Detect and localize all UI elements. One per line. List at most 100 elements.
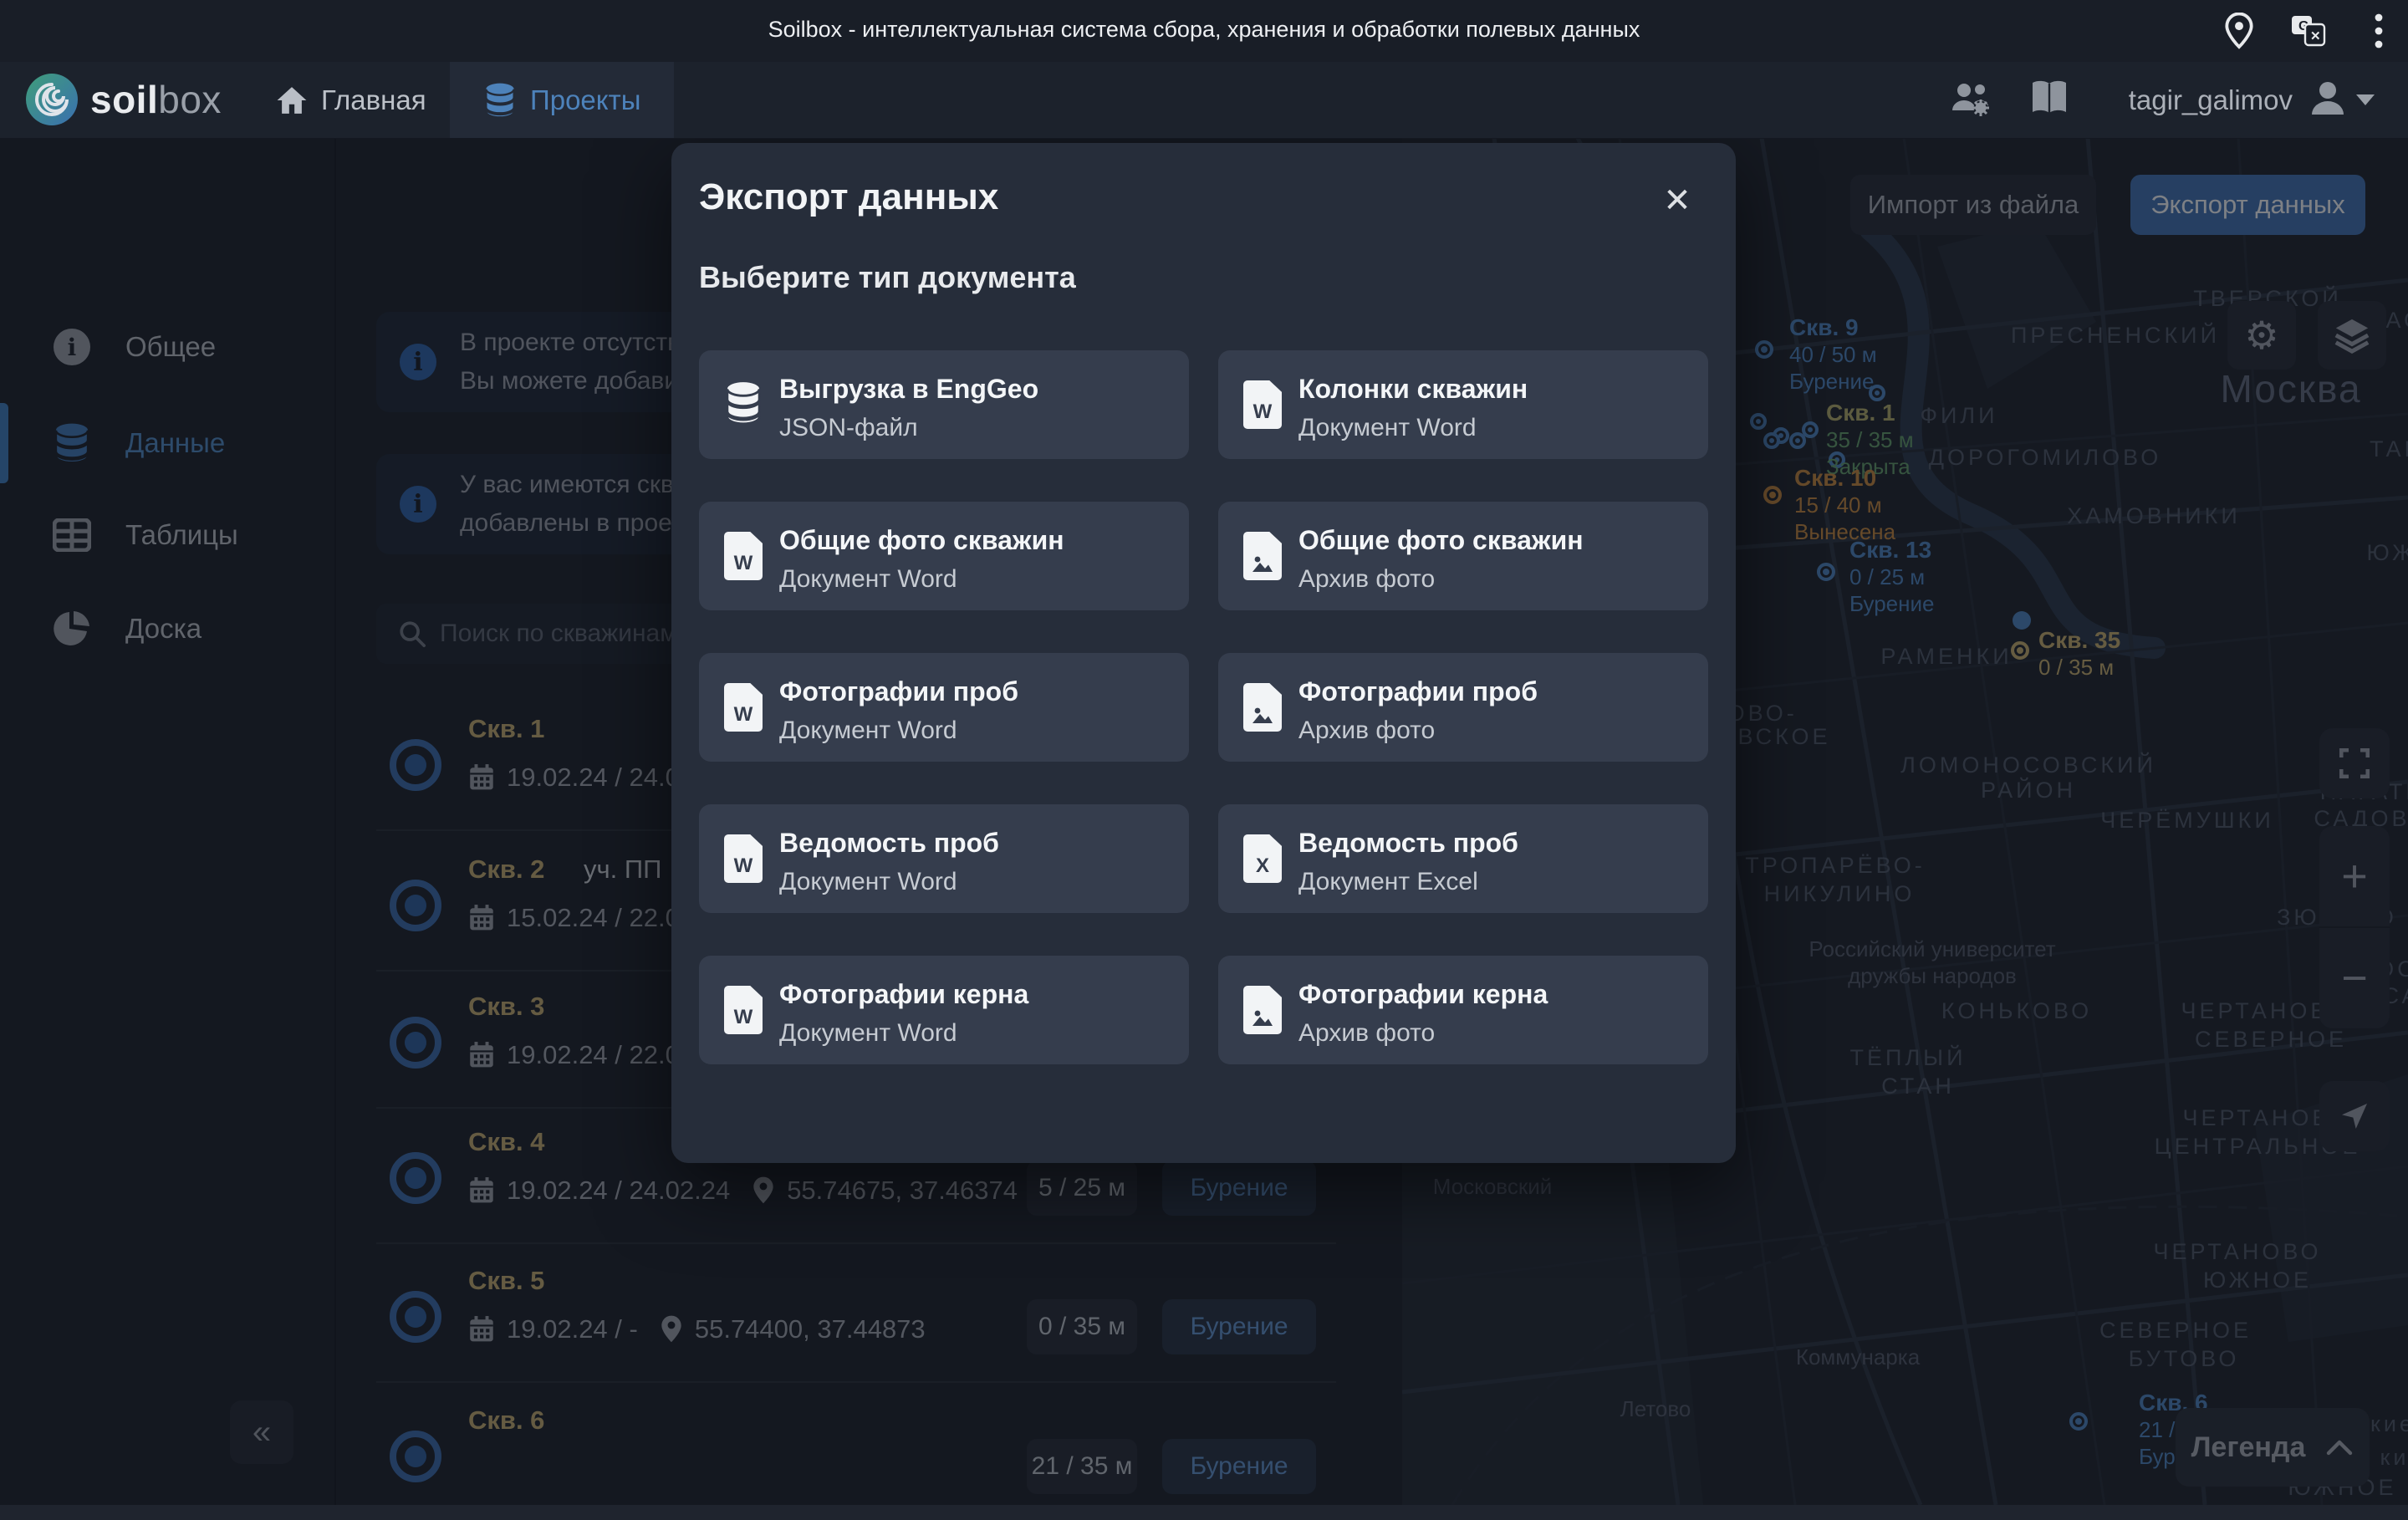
modal-subtitle: Выберите тип документа — [699, 260, 1076, 295]
map-zoom-control: + − — [2319, 826, 2390, 1028]
marker-well-depth: 40 / 50 м — [1789, 341, 1877, 368]
export-option-card[interactable]: Фотографии пробАрхив фото — [1218, 653, 1708, 762]
export-option-card[interactable]: Выгрузка в EngGeoJSON-файл — [699, 350, 1189, 459]
zoom-in-button[interactable]: + — [2319, 826, 2390, 926]
sidebar-item-1[interactable]: iОбщее — [0, 307, 334, 387]
calendar-icon — [468, 1176, 495, 1205]
map-district-label: ки — [2380, 1445, 2408, 1471]
export-option-title: Общие фото скважин — [1298, 525, 1584, 556]
map-layers-button[interactable] — [2318, 301, 2386, 370]
zoom-out-button[interactable]: − — [2319, 928, 2390, 1028]
chevron-down-icon[interactable] — [2356, 94, 2375, 105]
well-map-marker[interactable] — [1817, 563, 1835, 581]
layers-icon — [2333, 316, 2371, 354]
docs-book-icon[interactable] — [2028, 77, 2070, 123]
map-city-label: Москва — [2220, 366, 2361, 411]
search-placeholder: Поиск по скважинам — [440, 620, 677, 648]
well-map-marker[interactable] — [2013, 611, 2031, 630]
users-admin-icon[interactable] — [1950, 77, 1992, 123]
map-district-label: РАЙОН — [1981, 778, 2076, 803]
map-district-label: ЧЕРТАНОВО — [2153, 1239, 2321, 1265]
info-icon: i — [400, 486, 436, 523]
export-option-card[interactable]: XВедомость пробДокумент Excel — [1218, 804, 1708, 913]
well-list-item[interactable]: Скв. 621 / 35 мБурение — [334, 1382, 1402, 1520]
export-option-title: Выгрузка в EngGeo — [779, 374, 1038, 405]
map-district-label: ДОРОГОМИЛОВО — [1929, 445, 2162, 471]
location-pin-icon[interactable] — [2220, 12, 2258, 50]
well-map-marker[interactable] — [1763, 432, 1780, 449]
export-option-card[interactable]: Общие фото скважин Архив фото — [1218, 502, 1708, 610]
export-option-subtitle: Документ Word — [1298, 414, 1477, 442]
export-option-card[interactable]: WВедомость пробДокумент Word — [699, 804, 1189, 913]
banner-text-line1: У вас имеются скв — [460, 471, 674, 499]
app-logo[interactable]: soilbox — [25, 73, 222, 126]
marker-well-depth: 35 / 35 м — [1826, 426, 1914, 453]
svg-text:i: i — [68, 334, 77, 361]
export-option-card[interactable]: WФотографии пробДокумент Word — [699, 653, 1189, 762]
more-menu-icon[interactable] — [2360, 12, 2398, 50]
well-depth-badge: 0 / 35 м — [1027, 1299, 1137, 1354]
translate-icon[interactable]: G ✕ — [2289, 12, 2328, 50]
export-option-subtitle: Архив фото — [1298, 565, 1435, 594]
nav-home[interactable]: Главная — [276, 62, 426, 138]
well-status-button[interactable]: Бурение — [1162, 1439, 1316, 1494]
well-coords: 55.74400, 37.44873 — [695, 1314, 926, 1344]
map-district-label: ЮЖНОЕ — [2203, 1268, 2312, 1293]
well-map-marker[interactable] — [1755, 340, 1773, 359]
nav-projects[interactable]: Проекты — [450, 62, 674, 138]
sidebar-item-label: Таблицы — [125, 519, 238, 551]
map-locate-button[interactable] — [2319, 1081, 2390, 1151]
well-list-item[interactable]: Скв. 519.02.24 / -55.74400, 37.448730 / … — [334, 1242, 1402, 1380]
map-marker-label: Скв. 1015 / 40 мВынесена — [1794, 465, 1895, 545]
marker-well-depth: 15 / 40 м — [1794, 492, 1895, 518]
map-district-label: ТРОПАРЁВО- — [1745, 853, 1925, 879]
export-option-subtitle: Документ Excel — [1298, 868, 1478, 896]
map-district-label: БУТОВО — [2129, 1346, 2240, 1372]
gear-icon: ⚙ — [2244, 313, 2278, 358]
map-settings-button[interactable]: ⚙ — [2227, 301, 2296, 370]
well-status-button[interactable]: Бурение — [1162, 1299, 1316, 1354]
map-district-label: СЕВЕРНОЕ — [2195, 1027, 2347, 1053]
map-district-label: ТАГАН — [2370, 436, 2408, 462]
sidebar-item-4[interactable]: Доска — [0, 589, 334, 669]
word-doc-icon: W — [724, 986, 763, 1034]
well-map-marker[interactable] — [1750, 413, 1767, 430]
user-avatar-icon[interactable] — [2308, 78, 2348, 122]
well-map-marker[interactable] — [2069, 1412, 2088, 1431]
sidebar-item-2[interactable]: Данные — [0, 403, 334, 483]
sidebar-item-3[interactable]: Таблицы — [0, 495, 334, 575]
map-district-label: РАМЕНКИ — [1880, 644, 2012, 670]
map-marker-label: Скв. 350 / 35 м — [2038, 627, 2120, 681]
import-from-file-button[interactable]: Импорт из файла — [1850, 175, 2096, 235]
marker-well-name: Скв. 10 — [1794, 465, 1895, 492]
well-status-button[interactable]: Бурение — [1162, 1160, 1316, 1216]
location-pin-icon — [660, 1314, 683, 1344]
main-navbar: soilbox Главная Проекты — [0, 62, 2408, 139]
marker-well-depth: 0 / 25 м — [1849, 564, 1934, 590]
well-dates: 19.02.24 / 24.02 — [507, 763, 694, 793]
well-map-marker[interactable] — [1802, 421, 1819, 438]
chevron-up-icon — [2325, 1438, 2354, 1456]
export-option-card[interactable]: WФотографии кернаДокумент Word — [699, 956, 1189, 1064]
legend-label: Легенда — [2191, 1431, 2306, 1464]
legend-toggle-button[interactable]: Легенда — [2176, 1408, 2370, 1487]
well-target-icon — [390, 739, 441, 791]
map-fullscreen-button[interactable] — [2319, 728, 2390, 798]
export-option-card[interactable]: WОбщие фото скважинДокумент Word — [699, 502, 1189, 610]
map-place-label: Коммунарка — [1796, 1344, 1920, 1370]
well-map-marker[interactable] — [1763, 486, 1782, 504]
logo-text-bold: soil — [90, 78, 158, 121]
export-option-subtitle: Документ Word — [779, 565, 957, 594]
map-district-label: кие — [2370, 1411, 2408, 1437]
sidebar-item-label: Данные — [125, 427, 225, 459]
export-option-card[interactable]: WКолонки скважинДокумент Word — [1218, 350, 1708, 459]
photo-doc-icon — [1243, 683, 1282, 732]
export-option-title: Общие фото скважин — [779, 525, 1064, 556]
map-district-label: ЧЕРЁМУШКИ — [2100, 808, 2274, 834]
well-map-marker[interactable] — [2011, 641, 2029, 660]
username[interactable]: tagir_galimov — [2129, 84, 2293, 116]
export-option-card[interactable]: Фотографии кернаАрхив фото — [1218, 956, 1708, 1064]
collapse-sidebar-button[interactable]: « — [230, 1400, 293, 1464]
close-icon[interactable]: ✕ — [1656, 180, 1698, 222]
export-data-button[interactable]: Экспорт данных — [2130, 175, 2365, 235]
